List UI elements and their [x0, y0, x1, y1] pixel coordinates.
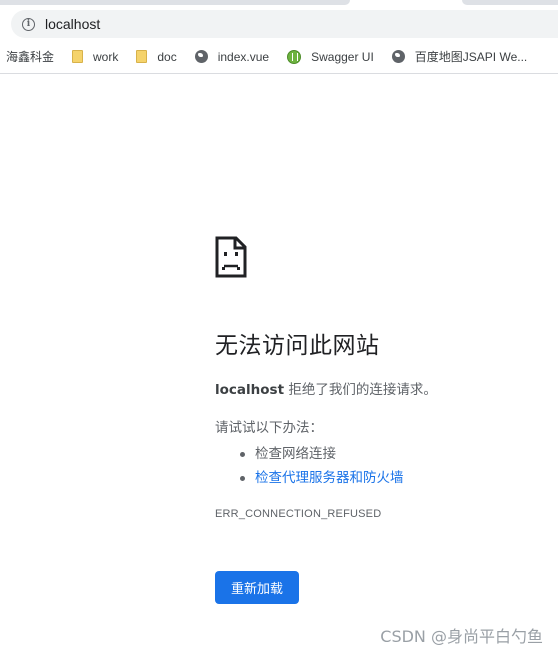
- sad-document-icon: [215, 236, 247, 278]
- bookmark-folder-work[interactable]: work: [72, 50, 118, 64]
- bookmark-folder-doc[interactable]: doc: [136, 49, 177, 64]
- bookmark-haixin[interactable]: 海鑫科金: [6, 48, 54, 65]
- bookmark-label: 百度地图JSAPI We...: [414, 50, 528, 64]
- suggestion-check-network: 检查网络连接: [240, 442, 545, 466]
- error-host: localhost: [215, 382, 285, 398]
- bookmark-swagger-ui[interactable]: Swagger UI: [287, 49, 374, 64]
- error-message-text: 拒绝了我们的连接请求。: [284, 382, 437, 398]
- site-info-icon[interactable]: i: [22, 17, 35, 31]
- suggestion-check-proxy-link[interactable]: 检查代理服务器和防火墙: [240, 466, 545, 490]
- try-label: 请试试以下办法：: [215, 420, 323, 436]
- bookmark-label: index.vue: [217, 49, 270, 64]
- bookmark-label: work: [93, 49, 119, 64]
- error-code: ERR_CONNECTION_REFUSED: [215, 508, 382, 520]
- folder-icon: [136, 50, 148, 63]
- bookmarks-bar: 海鑫科金 work doc index.vue Swagger UI 百度地图J…: [0, 40, 558, 74]
- globe-icon: [194, 50, 208, 63]
- swagger-icon: [287, 49, 302, 64]
- suggestion-list: 检查网络连接 检查代理服务器和防火墙: [215, 442, 545, 490]
- bookmark-baidu-map[interactable]: 百度地图JSAPI We...: [391, 48, 528, 65]
- error-message: localhost 拒绝了我们的连接请求。: [215, 378, 545, 398]
- watermark: CSDN @身尚平白勺鱼: [380, 627, 543, 646]
- folder-icon: [72, 50, 84, 63]
- error-title: 无法访问此网站: [215, 333, 380, 359]
- bookmark-label: doc: [157, 49, 177, 64]
- bookmark-label: 海鑫科金: [6, 50, 55, 64]
- active-tab-edge[interactable]: [0, 0, 350, 5]
- bookmark-label: Swagger UI: [311, 49, 374, 64]
- url-text[interactable]: localhost: [45, 16, 100, 32]
- tab-strip: [0, 0, 558, 6]
- bookmark-index-vue[interactable]: index.vue: [194, 49, 270, 64]
- globe-icon: [391, 50, 405, 63]
- next-tab-edge[interactable]: [462, 0, 558, 5]
- error-page: 无法访问此网站 localhost 拒绝了我们的连接请求。 请试试以下办法： 检…: [215, 236, 545, 520]
- reload-button[interactable]: 重新加载: [215, 571, 299, 604]
- address-bar[interactable]: i localhost: [11, 10, 558, 38]
